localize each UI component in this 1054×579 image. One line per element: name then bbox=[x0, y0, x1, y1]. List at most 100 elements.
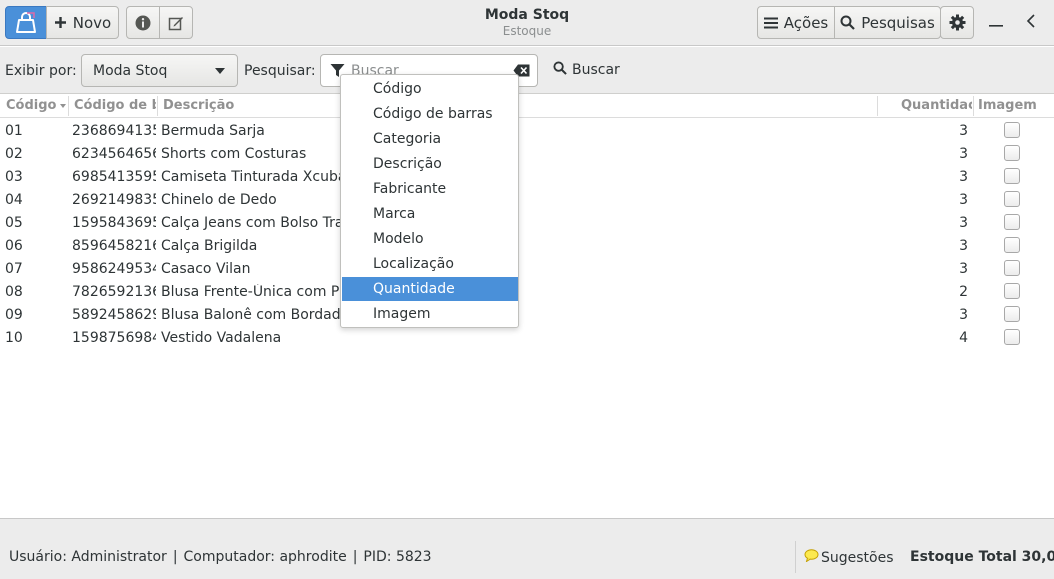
cell-code: 06 bbox=[5, 238, 23, 254]
search-icon bbox=[553, 61, 567, 79]
cell-quantity: 3 bbox=[959, 215, 968, 231]
show-by-label: Exibir por: bbox=[5, 63, 77, 79]
acoes-button[interactable]: Ações bbox=[757, 6, 835, 39]
novo-button-label: Novo bbox=[72, 13, 112, 32]
app-subtitle: Estoque bbox=[502, 24, 552, 38]
column-divider[interactable] bbox=[68, 96, 69, 116]
search-label: Pesquisar: bbox=[244, 63, 316, 79]
header-bar: Novo Moda Stoq Estoque Ações Pesquisas bbox=[0, 0, 1054, 46]
dropdown-item-quantidade[interactable]: Quantidade bbox=[342, 277, 518, 301]
cell-description: Vestido Vadalena bbox=[161, 330, 282, 346]
image-checkbox[interactable] bbox=[1004, 306, 1020, 322]
column-header-label: Código bbox=[6, 98, 57, 113]
column-divider[interactable] bbox=[877, 96, 878, 116]
settings-button[interactable] bbox=[940, 6, 974, 39]
search-field-dropdown: Código Código de barras Categoria Descri… bbox=[340, 74, 519, 328]
status-pid: PID: 5823 bbox=[363, 549, 432, 565]
app-logo-button[interactable] bbox=[5, 6, 47, 39]
info-button[interactable] bbox=[126, 6, 160, 39]
speech-bubble-icon bbox=[804, 549, 819, 566]
edit-icon bbox=[168, 15, 184, 31]
search-icon bbox=[840, 15, 855, 30]
cell-code: 02 bbox=[5, 146, 23, 162]
column-divider[interactable] bbox=[973, 96, 974, 116]
table-row[interactable]: 02 6234564656 Shorts com Costuras 3 bbox=[0, 142, 1054, 165]
dropdown-item-categoria[interactable]: Categoria bbox=[342, 127, 518, 151]
show-by-combo[interactable]: Moda Stoq bbox=[81, 54, 238, 87]
image-checkbox[interactable] bbox=[1004, 191, 1020, 207]
image-checkbox[interactable] bbox=[1004, 145, 1020, 161]
hamburger-menu-icon bbox=[763, 17, 778, 29]
info-icon bbox=[135, 15, 151, 31]
column-header-imagem[interactable]: Imagem bbox=[978, 98, 1048, 113]
dropdown-item-descricao[interactable]: Descrição bbox=[342, 152, 518, 176]
table-row[interactable]: 05 1595843695 Calça Jeans com Bolso Tras… bbox=[0, 211, 1054, 234]
image-checkbox[interactable] bbox=[1004, 214, 1020, 230]
status-computer: Computador: aphrodite bbox=[183, 549, 347, 565]
dropdown-item-codigo-de-barras[interactable]: Código de barras bbox=[342, 102, 518, 126]
gear-icon bbox=[949, 14, 966, 31]
column-header-codigo-de-barras[interactable]: Código de b bbox=[74, 98, 156, 113]
table-row[interactable]: 01 2368694135 Bermuda Sarja 3 bbox=[0, 119, 1054, 142]
novo-button[interactable]: Novo bbox=[46, 6, 119, 39]
table-row[interactable]: 09 5892458629 Blusa Balonê com Bordado 3 bbox=[0, 303, 1054, 326]
sugestoes-label: Sugestões bbox=[821, 549, 894, 566]
column-divider[interactable] bbox=[157, 96, 158, 116]
sugestoes-button[interactable]: Sugestões bbox=[804, 549, 894, 566]
dropdown-item-codigo[interactable]: Código bbox=[342, 77, 518, 101]
table-row[interactable]: 08 7826592136 Blusa Frente-Única com Pre… bbox=[0, 280, 1054, 303]
dropdown-item-imagem[interactable]: Imagem bbox=[342, 302, 518, 326]
minimize-button[interactable] bbox=[984, 12, 1008, 34]
column-header-quantidade[interactable]: Quantidac bbox=[901, 98, 972, 113]
pesquisas-button[interactable]: Pesquisas bbox=[834, 6, 941, 39]
dropdown-item-fabricante[interactable]: Fabricante bbox=[342, 177, 518, 201]
cell-quantity: 2 bbox=[959, 284, 968, 300]
cell-barcode: 6985413595 bbox=[72, 169, 156, 185]
cell-quantity: 4 bbox=[959, 330, 968, 346]
buscar-button-label: Buscar bbox=[572, 62, 620, 78]
table-row[interactable]: 10 1598756984 Vestido Vadalena 4 bbox=[0, 326, 1054, 349]
cell-code: 08 bbox=[5, 284, 23, 300]
cell-quantity: 3 bbox=[959, 123, 968, 139]
table-row[interactable]: 04 2692149835 Chinelo de Dedo 3 bbox=[0, 188, 1054, 211]
minimize-icon bbox=[989, 15, 1003, 31]
pesquisas-button-label: Pesquisas bbox=[861, 13, 935, 32]
cell-code: 04 bbox=[5, 192, 23, 208]
table-row[interactable]: 03 6985413595 Camiseta Tinturada Xcuba 3 bbox=[0, 165, 1054, 188]
acoes-button-label: Ações bbox=[783, 13, 829, 32]
cell-quantity: 3 bbox=[959, 192, 968, 208]
image-checkbox[interactable] bbox=[1004, 168, 1020, 184]
column-header-descricao[interactable]: Descrição bbox=[163, 98, 363, 113]
image-checkbox[interactable] bbox=[1004, 329, 1020, 345]
cell-barcode: 5892458629 bbox=[72, 307, 156, 323]
chevron-left-icon bbox=[1026, 14, 1035, 32]
title-area: Moda Stoq Estoque bbox=[400, 7, 654, 38]
image-checkbox[interactable] bbox=[1004, 283, 1020, 299]
status-divider bbox=[795, 541, 796, 573]
status-bar: Usuário: Administrator | Computador: aphro… bbox=[0, 518, 1054, 579]
cell-code: 03 bbox=[5, 169, 23, 185]
back-button[interactable] bbox=[1018, 12, 1042, 34]
cell-quantity: 3 bbox=[959, 146, 968, 162]
cell-quantity: 3 bbox=[959, 261, 968, 277]
shopping-bag-icon bbox=[14, 11, 38, 34]
dropdown-item-localizacao[interactable]: Localização bbox=[342, 252, 518, 276]
status-info: Usuário: Administrator | Computador: aphro… bbox=[9, 549, 432, 565]
cell-barcode: 2368694135 bbox=[72, 123, 156, 139]
show-by-value: Moda Stoq bbox=[93, 62, 168, 79]
dropdown-item-modelo[interactable]: Modelo bbox=[342, 227, 518, 251]
cell-barcode: 2692149835 bbox=[72, 192, 156, 208]
cell-code: 10 bbox=[5, 330, 23, 346]
column-header-codigo[interactable]: Código bbox=[6, 98, 70, 113]
buscar-button[interactable]: Buscar bbox=[553, 61, 620, 79]
table-row[interactable]: 06 8596458216 Calça Brigilda 3 bbox=[0, 234, 1054, 257]
image-checkbox[interactable] bbox=[1004, 122, 1020, 138]
image-checkbox[interactable] bbox=[1004, 260, 1020, 276]
cell-code: 07 bbox=[5, 261, 23, 277]
image-checkbox[interactable] bbox=[1004, 237, 1020, 253]
edit-button[interactable] bbox=[159, 6, 193, 39]
app-title: Moda Stoq bbox=[484, 7, 570, 23]
status-separator: | bbox=[352, 549, 358, 565]
table-row[interactable]: 07 9586249534 Casaco Vilan 3 bbox=[0, 257, 1054, 280]
dropdown-item-marca[interactable]: Marca bbox=[342, 202, 518, 226]
